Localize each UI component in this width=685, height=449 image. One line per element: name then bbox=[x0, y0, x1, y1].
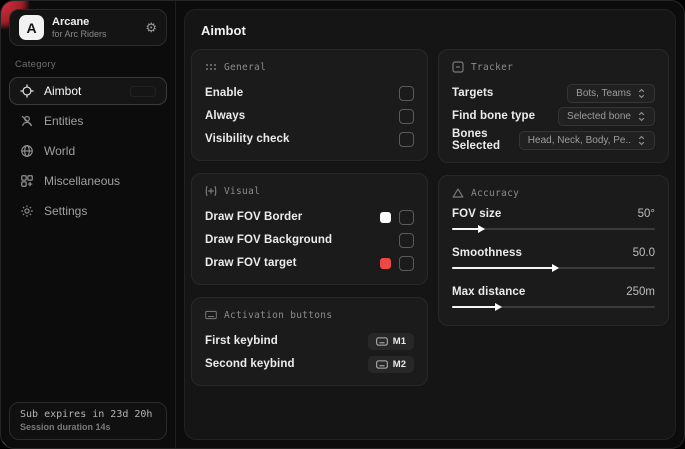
page-title: Aimbot bbox=[185, 10, 675, 49]
setting-row-draw-fov-background: Draw FOV Background bbox=[205, 229, 414, 251]
smoothness-slider-block: Smoothness 50.0 bbox=[452, 247, 655, 273]
setting-row-enable: Enable bbox=[205, 82, 414, 104]
unfold-icon bbox=[637, 135, 646, 146]
triangle-icon bbox=[452, 187, 464, 199]
targets-dropdown[interactable]: Bots, Teams bbox=[567, 84, 655, 103]
fov-size-slider-block: FOV size 50° bbox=[452, 208, 655, 234]
setting-row-first-keybind: First keybind M1 bbox=[205, 330, 414, 352]
draw-fov-target-checkbox[interactable] bbox=[399, 256, 414, 271]
smoothness-slider[interactable] bbox=[452, 264, 655, 273]
find-bone-type-dropdown[interactable]: Selected bone bbox=[558, 107, 655, 126]
bones-selected-dropdown[interactable]: Head, Neck, Body, Pe.. bbox=[519, 131, 655, 150]
entities-icon bbox=[20, 114, 34, 128]
section-title: Accuracy bbox=[471, 188, 519, 199]
sub-expiry-text: Sub expires in 23d 20h bbox=[20, 409, 156, 420]
setting-row-draw-fov-border: Draw FOV Border bbox=[205, 206, 414, 228]
activation-buttons-card: Activation buttons First keybind M1 Seco… bbox=[191, 297, 428, 386]
general-card: General Enable Always Visibility check bbox=[191, 49, 428, 161]
section-title: Visual bbox=[224, 186, 260, 197]
sidebar-item-label: Miscellaneous bbox=[44, 174, 120, 188]
app-window: A Arcane for Arc Riders ⚙ Category Aimbo… bbox=[0, 0, 685, 449]
brand-subtitle: for Arc Riders bbox=[52, 29, 137, 39]
focus-plus-icon bbox=[205, 185, 217, 197]
fov-border-color-swatch[interactable] bbox=[380, 212, 391, 223]
max-distance-slider-block: Max distance 250m bbox=[452, 286, 655, 312]
brand-name: Arcane bbox=[52, 16, 137, 29]
main-panel: Aimbot General Enable bbox=[184, 9, 676, 440]
second-keybind-button[interactable]: M2 bbox=[368, 356, 414, 373]
enable-checkbox[interactable] bbox=[399, 86, 414, 101]
dots-grid-icon bbox=[205, 61, 217, 73]
sidebar-item-world[interactable]: World bbox=[9, 137, 167, 165]
section-title: General bbox=[224, 62, 266, 73]
fov-size-value: 50° bbox=[638, 208, 655, 220]
brand-logo: A bbox=[19, 15, 44, 40]
setting-row-find-bone-type: Find bone type Selected bone bbox=[452, 105, 655, 127]
slider-thumb[interactable] bbox=[495, 303, 502, 311]
visibility-check-checkbox[interactable] bbox=[399, 132, 414, 147]
setting-row-bones-selected: Bones Selected Head, Neck, Body, Pe.. bbox=[452, 128, 655, 152]
gear-icon[interactable]: ⚙ bbox=[145, 21, 157, 34]
max-distance-value: 250m bbox=[626, 286, 655, 298]
max-distance-slider[interactable] bbox=[452, 303, 655, 312]
sidebar-nav: Aimbot Entities World Misce bbox=[9, 77, 167, 225]
slider-thumb[interactable] bbox=[552, 264, 559, 272]
setting-row-visibility-check: Visibility check bbox=[205, 128, 414, 150]
section-title: Tracker bbox=[471, 62, 513, 73]
globe-icon bbox=[20, 144, 34, 158]
sidebar-item-settings[interactable]: Settings bbox=[9, 197, 167, 225]
slider-thumb[interactable] bbox=[478, 225, 485, 233]
visual-card: Visual Draw FOV Border Draw FOV Backgrou… bbox=[191, 173, 428, 285]
sidebar-item-entities[interactable]: Entities bbox=[9, 107, 167, 135]
setting-row-always: Always bbox=[205, 105, 414, 127]
sidebar-item-label: Settings bbox=[44, 204, 87, 218]
keybind-key-icon bbox=[376, 337, 388, 346]
category-label: Category bbox=[15, 59, 161, 70]
section-title: Activation buttons bbox=[224, 310, 332, 321]
keybind-key-icon bbox=[376, 360, 388, 369]
keyboard-icon bbox=[205, 309, 217, 321]
brand-card: A Arcane for Arc Riders ⚙ bbox=[9, 9, 167, 46]
crosshair-icon bbox=[20, 84, 34, 98]
fov-target-color-swatch[interactable] bbox=[380, 258, 391, 269]
setting-row-targets: Targets Bots, Teams bbox=[452, 82, 655, 104]
setting-row-draw-fov-target: Draw FOV target bbox=[205, 252, 414, 274]
first-keybind-button[interactable]: M1 bbox=[368, 333, 414, 350]
session-duration-text: Session duration 14s bbox=[20, 422, 156, 432]
always-checkbox[interactable] bbox=[399, 109, 414, 124]
smoothness-value: 50.0 bbox=[633, 247, 655, 259]
unfold-icon bbox=[637, 88, 646, 99]
miscellaneous-icon bbox=[20, 174, 34, 188]
subscription-card: Sub expires in 23d 20h Session duration … bbox=[9, 402, 167, 440]
sidebar-item-miscellaneous[interactable]: Miscellaneous bbox=[9, 167, 167, 195]
setting-row-second-keybind: Second keybind M2 bbox=[205, 353, 414, 375]
fov-size-slider[interactable] bbox=[452, 225, 655, 234]
sidebar-item-label: Aimbot bbox=[44, 84, 81, 98]
tracker-card: Tracker Targets Bots, Teams Find bone ty… bbox=[438, 49, 669, 163]
settings-gear-icon bbox=[20, 204, 34, 218]
mouse-cursor-fragment bbox=[1, 439, 10, 449]
draw-fov-border-checkbox[interactable] bbox=[399, 210, 414, 225]
sidebar: A Arcane for Arc Riders ⚙ Category Aimbo… bbox=[1, 1, 176, 448]
sidebar-item-label: World bbox=[44, 144, 75, 158]
sidebar-item-aimbot[interactable]: Aimbot bbox=[9, 77, 167, 105]
tracker-box-icon bbox=[452, 61, 464, 73]
unfold-icon bbox=[637, 111, 646, 122]
sidebar-item-label: Entities bbox=[44, 114, 83, 128]
sidebar-item-hint bbox=[130, 86, 156, 97]
draw-fov-background-checkbox[interactable] bbox=[399, 233, 414, 248]
accuracy-card: Accuracy FOV size 50° bbox=[438, 175, 669, 326]
